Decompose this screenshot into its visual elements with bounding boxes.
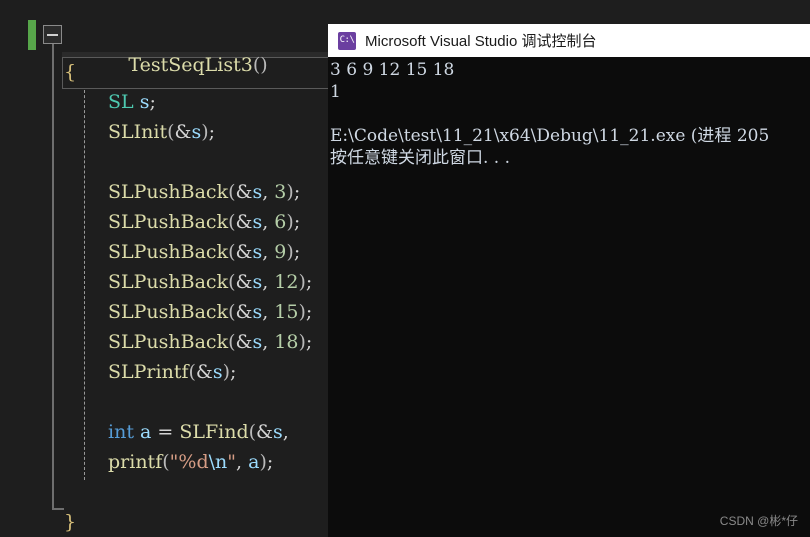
code-token: , [262,181,275,203]
code-token: & [174,121,192,143]
code-token: ( [248,421,257,443]
code-token: = [151,421,180,443]
code-token: 6 [274,211,287,233]
code-token: SLPrintf [108,361,189,383]
code-token: 3 [274,181,287,203]
console-output-line: 3 6 9 12 15 18 [330,60,455,80]
code-token: SLPushBack [108,331,229,353]
code-token: s [252,241,263,263]
code-token: \n [208,451,228,473]
code-token: SLPushBack [108,271,229,293]
code-token: SLPushBack [108,211,229,233]
code-token: SLPushBack [108,181,229,203]
code-token: ( [228,181,236,203]
code-token: 9 [274,241,287,263]
code-token: & [235,271,253,293]
code-token: 15 [274,301,299,323]
code-token: ) [298,331,306,353]
code-token: ; [305,301,313,323]
code-token: printf [108,451,163,473]
code-token: a [140,421,152,443]
code-token: a [248,451,260,473]
code-token: ; [149,91,156,113]
code-token: & [235,331,253,353]
code-token: , [262,211,275,233]
code-token: ; [293,241,301,263]
screen-root: TestSeqList3() {SL s; SLInit(&s); SLPushBa… [0,0,810,537]
code-token: int [108,421,134,443]
code-token: ( [228,241,236,263]
code-token: ) [286,181,294,203]
code-token: ; [293,211,301,233]
code-token: SLPushBack [108,241,229,263]
watermark-label: CSDN @彬*仔 [719,514,798,528]
code-token: "%d [169,451,209,473]
code-token: ; [266,451,274,473]
code-token: s [252,211,263,233]
code-token: ) [298,271,306,293]
code-token: ( [162,451,170,473]
code-token: , [262,271,275,293]
code-token: ( [188,361,196,383]
code-token: s [252,301,263,323]
console-output-line: 1 [330,82,341,102]
code-token: & [256,421,273,443]
code-token: ) [222,361,231,383]
code-token: & [235,211,253,233]
code-token: , [262,301,275,323]
code-token: s [252,181,263,203]
code-token: s [252,271,263,293]
code-token: ( [167,121,175,143]
code-token: ( [228,211,236,233]
code-token: ) [298,301,306,323]
console-icon-glyph: C:\ [339,35,355,45]
code-token: } [64,511,77,533]
console-output-line: E:\Code\test\11_21\x64\Debug\11_21.exe (… [330,126,770,146]
code-token: ) [201,121,209,143]
code-token: SL [108,91,134,113]
code-token: ) [259,451,267,473]
code-token: SLInit [108,121,168,143]
code-token: s [212,361,223,383]
code-token: ; [230,361,237,383]
code-token: ( [228,301,236,323]
console-title-bar[interactable]: C:\ Microsoft Visual Studio 调试控制台 [328,24,810,57]
code-token: ) [286,241,294,263]
code-token: & [235,301,253,323]
code-token: { [64,61,77,83]
code-token: ; [305,271,313,293]
code-token: & [235,181,253,203]
console-output-line: 按任意键关闭此窗口. . . [330,148,511,168]
code-token: ; [305,331,313,353]
code-token: & [235,241,253,263]
code-token: , [282,421,289,443]
code-token: " [227,451,237,473]
code-token: SLFind [179,421,249,443]
code-token: ; [293,181,301,203]
code-token: , [262,331,275,353]
code-token: s [252,331,263,353]
code-token: ( [228,331,236,353]
code-token: & [195,361,213,383]
code-token: 12 [274,271,299,293]
code-token: , [262,241,275,263]
console-app-icon: C:\ [338,31,356,50]
code-token: 18 [274,331,299,353]
code-token: ) [286,211,294,233]
code-token: s [139,91,150,113]
code-token: s [191,121,202,143]
console-title-text: Microsoft Visual Studio 调试控制台 [365,33,597,50]
code-token: s [272,421,283,443]
code-token: ; [208,121,216,143]
code-token: ( [228,271,236,293]
console-window[interactable]: C:\ Microsoft Visual Studio 调试控制台 3 6 9 … [328,24,810,537]
console-output-area[interactable]: 3 6 9 12 15 18 1 E:\Code\test\11_21\x64\D… [328,57,810,537]
code-token: SLPushBack [108,301,229,323]
code-token: , [236,451,249,473]
